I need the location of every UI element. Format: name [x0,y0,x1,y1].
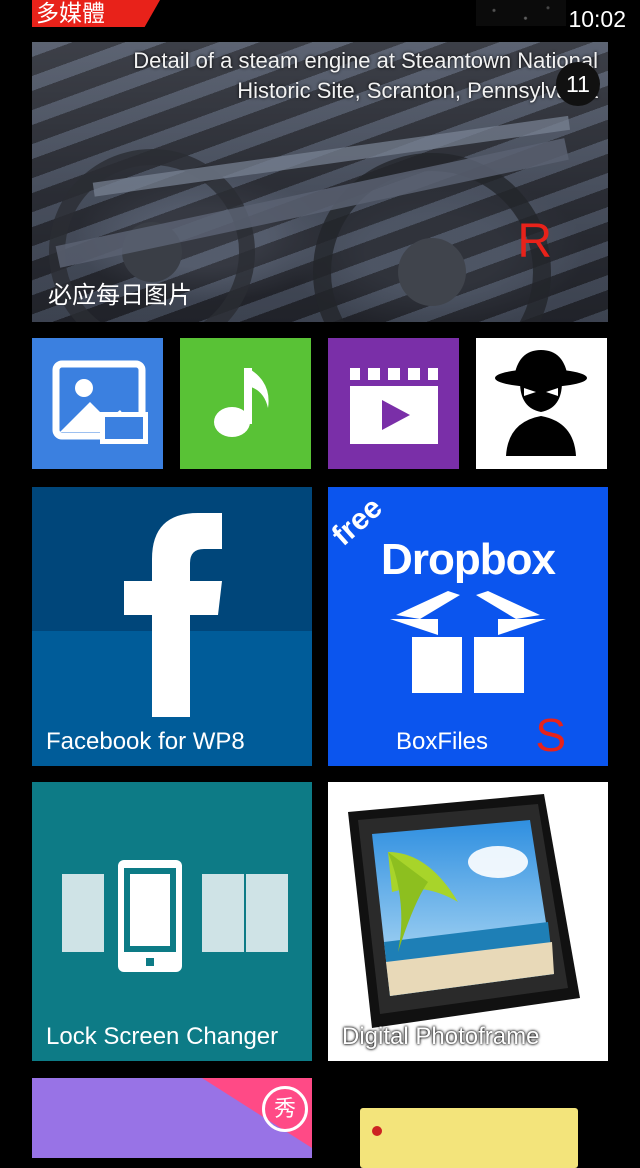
phone-cards-icon [62,860,288,972]
photo-frame-icon [348,794,580,1028]
meitu-badge: 秀 [262,1086,308,1132]
clock: 10:02 [568,6,626,32]
overlay-letter-r: R [517,215,552,268]
lock-screen-tile-label: Lock Screen Changer [46,1023,279,1050]
boxfiles-tile-label: BoxFiles [396,728,489,755]
spy-icon [495,350,587,456]
bing-tile-label: 必应每日图片 [48,282,192,309]
overlay-letter-s: S [535,709,566,761]
boxfiles-tile[interactable]: free Dropbox BoxFiles S [328,487,608,766]
sticky-note-icon [372,1126,382,1136]
facebook-f-icon [124,513,222,717]
facebook-tile-label: Facebook for WP8 [46,728,245,755]
incognito-tile[interactable] [476,338,607,469]
video-tile[interactable] [328,338,459,469]
category-tag: 多媒體 [32,0,160,27]
photo-video-icon [52,360,148,444]
notification-badge: 11 [556,62,600,106]
music-note-icon [214,368,269,437]
digital-photoframe-tile[interactable]: Digital Photoframe [328,782,608,1061]
lock-screen-changer-tile[interactable]: Lock Screen Changer [32,782,312,1061]
bing-daily-image-tile[interactable]: Detail of a steam engine at Steamtown Na… [32,42,608,322]
status-bar-background [476,0,566,26]
clapperboard-icon [350,368,438,444]
sticky-notes-tile[interactable] [360,1108,578,1168]
meitu-tile[interactable]: 秀 [32,1078,312,1158]
facebook-tile[interactable]: Facebook for WP8 [32,487,312,766]
music-tile[interactable] [180,338,311,469]
bing-caption: Detail of a steam engine at Steamtown Na… [133,48,598,103]
photos-video-tile[interactable] [32,338,163,469]
open-box-icon [390,591,546,693]
photoframe-tile-label: Digital Photoframe [342,1023,540,1050]
